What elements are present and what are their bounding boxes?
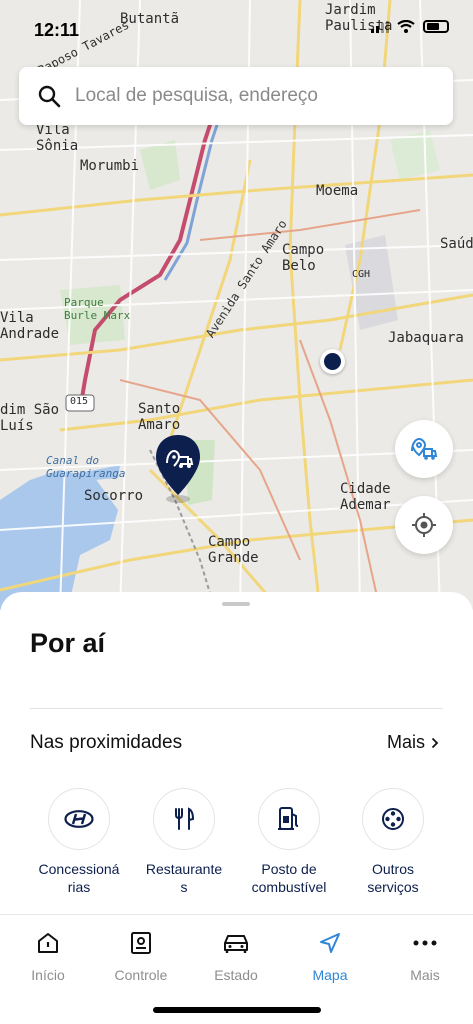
tab-estado[interactable]: Estado <box>196 929 276 983</box>
category-label: Concessioná rias <box>38 861 120 896</box>
map-label-morumbi: Morumbi <box>80 158 140 174</box>
map-label-jabaquara: Jabaquara <box>388 330 464 346</box>
category-icon-circle <box>258 788 320 850</box>
map-label-road-015: 015 <box>70 396 89 407</box>
film-reel-icon <box>382 808 404 830</box>
map-label-cgh: CGH <box>352 269 371 280</box>
map-label-vila-andrade: Vila Andrade <box>0 310 60 343</box>
map-label-santo-amaro: Santo Amaro <box>138 401 181 434</box>
fuel-pump-icon <box>278 807 299 830</box>
status-icons <box>371 20 449 33</box>
more-link-label: Mais <box>386 732 425 752</box>
tab-inicio[interactable]: Início <box>8 929 88 983</box>
signal-icon <box>371 20 389 33</box>
tab-label: Início <box>31 967 65 983</box>
category-label: Restaurante s <box>145 861 223 896</box>
sheet-drag-handle[interactable] <box>222 602 250 606</box>
category-icon-circle <box>362 788 424 850</box>
category-other-services[interactable]: Outros serviços <box>341 788 445 896</box>
map-label-cidade-ademar: Cidade Ademar <box>340 481 391 514</box>
battery-icon <box>423 20 449 33</box>
tab-mais[interactable]: Mais <box>385 929 465 983</box>
search-bar[interactable]: Local de pesquisa, endereço <box>19 67 453 125</box>
screen: Butantã Jardim Paulista Raposo Tavares V… <box>0 0 473 1024</box>
map-label-campo-grande: Campo Grande <box>208 534 259 567</box>
map-label-jardim-sao-luis: dim São Luís <box>0 402 60 435</box>
map-label-moema: Moema <box>316 183 359 199</box>
current-location-dot <box>320 349 345 374</box>
map-label-parque-burle-marx: Parque Burle Marx <box>64 296 131 322</box>
fork-knife-icon <box>175 807 195 830</box>
map-label-saude: Saúd <box>440 236 473 252</box>
more-link[interactable]: Mais <box>387 732 439 753</box>
vehicle-locate-button[interactable] <box>395 420 453 478</box>
category-restaurants[interactable]: Restaurante s <box>132 788 236 896</box>
category-label: Outros serviços <box>367 861 419 896</box>
category-label: Posto de combustível <box>251 861 327 896</box>
map-view[interactable]: Butantã Jardim Paulista Raposo Tavares V… <box>0 0 473 610</box>
category-icon-circle <box>48 788 110 850</box>
car-icon <box>224 935 248 953</box>
wifi-icon <box>397 20 415 33</box>
navigation-arrow-icon <box>320 933 340 953</box>
tab-label: Controle <box>114 967 168 983</box>
remote-control-icon <box>131 932 151 954</box>
category-dealerships[interactable]: Concessioná rias <box>27 788 131 896</box>
sheet-title: Por aí <box>30 628 106 658</box>
map-label-vila-sonia: Vila Sônia <box>36 122 79 155</box>
status-time: 12:11 <box>34 20 80 40</box>
more-dots-icon <box>413 940 437 946</box>
tab-mapa[interactable]: Mapa <box>290 929 370 983</box>
tab-label: Mapa <box>312 967 348 983</box>
tab-controle[interactable]: Controle <box>101 929 181 983</box>
search-icon <box>38 85 61 108</box>
category-fuel-station[interactable]: Posto de combustível <box>237 788 341 896</box>
chevron-right-icon <box>431 737 439 748</box>
map-label-canal-guarapiranga: Canal do Guarapiranga <box>46 454 126 480</box>
home-indicator <box>153 1007 321 1013</box>
my-location-button[interactable] <box>395 496 453 554</box>
category-icon-circle <box>153 788 215 850</box>
home-icon <box>38 933 58 953</box>
divider <box>30 708 443 709</box>
vehicle-pin-icon <box>411 437 438 460</box>
tab-label: Mais <box>410 967 440 983</box>
map-label-socorro: Socorro <box>84 488 144 504</box>
category-list: Concessioná rias Restaurante s Posto de … <box>0 788 473 908</box>
tab-label: Estado <box>214 967 258 983</box>
search-input[interactable]: Local de pesquisa, endereço <box>75 85 318 107</box>
nearby-label: Nas proximidades <box>30 732 183 753</box>
map-label-campo-belo: Campo Belo <box>282 242 325 275</box>
hyundai-logo-icon <box>64 810 94 828</box>
crosshair-icon <box>412 513 436 537</box>
vehicle-location-pin[interactable] <box>154 433 202 503</box>
